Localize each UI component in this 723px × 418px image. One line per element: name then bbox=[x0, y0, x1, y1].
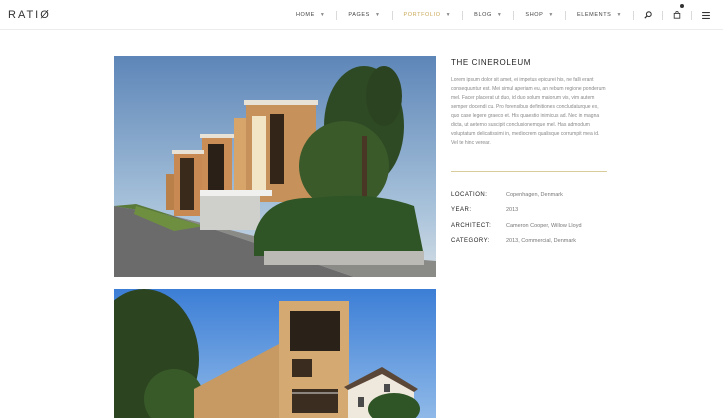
nav-divider bbox=[462, 10, 464, 20]
nav-item-portfolio[interactable]: PORTFOLIO ▼ bbox=[396, 0, 460, 30]
meta-row-year: YEAR: 2013 bbox=[451, 203, 582, 219]
project-photo-2[interactable] bbox=[114, 289, 436, 418]
nav-item-elements[interactable]: ELEMENTS ▼ bbox=[569, 0, 630, 30]
nav-item-blog[interactable]: BLOG ▼ bbox=[466, 0, 510, 30]
chevron-down-icon: ▼ bbox=[319, 12, 326, 18]
nav-label: SHOP bbox=[525, 12, 544, 18]
menu-icon[interactable] bbox=[695, 0, 717, 30]
meta-row-architect: ARCHITECT: Cameron Cooper, Willow Lloyd bbox=[451, 218, 582, 234]
meta-value[interactable]: 2013, Commercial, Denmark bbox=[506, 238, 576, 244]
chevron-down-icon: ▼ bbox=[496, 12, 503, 18]
meta-row-location: LOCATION: Copenhagen, Denmark bbox=[451, 187, 582, 203]
chevron-down-icon: ▼ bbox=[445, 12, 452, 18]
meta-value: Cameron Cooper, Willow Lloyd bbox=[506, 222, 582, 229]
chevron-down-icon: ▼ bbox=[374, 12, 381, 18]
project-description: Lorem ipsum dolor sit amet, ei impetus e… bbox=[451, 77, 606, 146]
meta-label: CATEGORY: bbox=[451, 238, 490, 245]
building-photo bbox=[114, 289, 436, 418]
nav-divider bbox=[662, 10, 663, 20]
meta-label: ARCHITECT: bbox=[451, 222, 492, 229]
nav-item-home[interactable]: HOME ▼ bbox=[288, 0, 333, 30]
chevron-down-icon: ▼ bbox=[616, 12, 622, 18]
project-meta: LOCATION: Copenhagen, Denmark YEAR: 2013… bbox=[451, 187, 582, 249]
site-header: RATIØ HOME ▼ PAGES ▼ PORTFOLIO ▼ BLOG ▼ SHOP… bbox=[0, 0, 723, 30]
main-nav: HOME ▼ PAGES ▼ PORTFOLIO ▼ BLOG ▼ SHOP ▼ ELEM… bbox=[288, 0, 717, 30]
nav-divider bbox=[391, 10, 393, 20]
project-title: THE CINEROLEUM bbox=[451, 58, 531, 67]
site-logo[interactable]: RATIØ bbox=[8, 9, 51, 21]
cart-icon[interactable] bbox=[666, 0, 688, 30]
search-icon[interactable] bbox=[637, 0, 659, 30]
divider bbox=[451, 171, 607, 172]
nav-divider bbox=[691, 10, 692, 20]
cart-badge bbox=[680, 4, 684, 8]
nav-divider bbox=[564, 10, 566, 20]
building-photo bbox=[114, 56, 436, 277]
nav-divider bbox=[633, 10, 634, 20]
nav-divider bbox=[336, 10, 338, 20]
meta-row-category: CATEGORY: 2013, Commercial, Denmark bbox=[451, 234, 582, 250]
meta-value: 2013 bbox=[506, 207, 519, 214]
meta-label: LOCATION: bbox=[451, 191, 488, 198]
nav-label: PAGES bbox=[348, 12, 370, 18]
meta-label: YEAR: bbox=[451, 207, 472, 214]
nav-divider bbox=[513, 10, 515, 20]
nav-item-shop[interactable]: SHOP ▼ bbox=[517, 0, 562, 30]
project-photo-1[interactable] bbox=[114, 56, 436, 277]
nav-label: BLOG bbox=[474, 12, 492, 18]
nav-label: ELEMENTS bbox=[576, 12, 612, 18]
nav-item-pages[interactable]: PAGES ▼ bbox=[340, 0, 388, 30]
chevron-down-icon: ▼ bbox=[548, 12, 554, 18]
meta-value: Copenhagen, Denmark bbox=[506, 191, 563, 198]
nav-label: HOME bbox=[295, 12, 315, 18]
nav-label: PORTFOLIO bbox=[403, 12, 441, 18]
